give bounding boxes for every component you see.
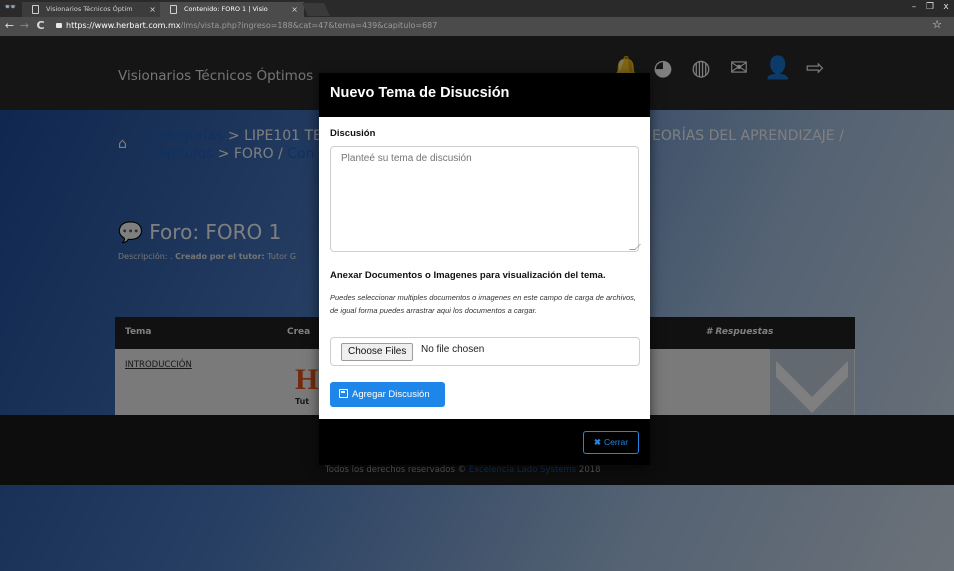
close-button[interactable]: ✖ Cerrar [583, 431, 639, 454]
browser-tab-bar: 👓 Visionarios Técnicos Óptim × Contenido… [0, 0, 954, 17]
discussion-label: Discusión [330, 128, 376, 139]
attach-help-text: Puedes seleccionar multiples documentos … [330, 293, 637, 315]
new-tab-button[interactable] [301, 3, 331, 16]
maximize-button[interactable]: ❐ [922, 0, 938, 14]
modal-title: Nuevo Tema de Disucsión [330, 85, 510, 101]
lock-icon [56, 23, 62, 28]
add-discussion-label: Agregar Discusión [352, 389, 430, 400]
close-icon: ✖ [593, 437, 602, 447]
tab-title: Contenido: FORO 1 | Visio [184, 5, 268, 13]
url-host: https://www.herbart.com.mx [66, 21, 181, 30]
incognito-icon: 👓 [4, 2, 17, 13]
url-field[interactable]: https://www.herbart.com.mx/lms/vista.php… [56, 19, 916, 33]
choose-files-button[interactable]: Choose Files [341, 343, 414, 361]
close-window-button[interactable]: x [938, 0, 954, 14]
file-upload-field[interactable]: Choose Files No file chosen [330, 337, 640, 366]
minimize-button[interactable]: – [906, 0, 922, 14]
modal-footer: ✖ Cerrar [319, 419, 650, 465]
new-discussion-modal: Nuevo Tema de Disucsión Discusión Anexar… [319, 73, 650, 465]
bookmark-star-icon[interactable]: ☆ [932, 18, 942, 31]
document-icon [32, 5, 39, 14]
attach-label: Anexar Documentos o Imagenes para visual… [330, 270, 606, 281]
modal-header: Nuevo Tema de Disucsión [319, 73, 650, 117]
add-discussion-button[interactable]: Agregar Discusión [330, 382, 445, 407]
close-label: Cerrar [604, 437, 629, 447]
save-icon [339, 389, 348, 398]
discussion-textarea[interactable] [330, 146, 639, 252]
browser-tab-active[interactable]: Contenido: FORO 1 | Visio × [160, 2, 304, 17]
forward-icon[interactable]: → [18, 19, 31, 33]
document-icon [170, 5, 177, 14]
browser-tab[interactable]: Visionarios Técnicos Óptim × [22, 2, 162, 17]
reload-icon[interactable]: C [34, 19, 47, 33]
url-path: /lms/vista.php?ingreso=188&cat=47&tema=4… [180, 21, 438, 30]
address-bar: ← → C https://www.herbart.com.mx/lms/vis… [0, 17, 954, 36]
window-controls: – ❐ x [906, 0, 954, 14]
tab-title: Visionarios Técnicos Óptim [46, 5, 133, 13]
back-icon[interactable]: ← [3, 19, 16, 33]
close-tab-icon[interactable]: × [291, 2, 298, 17]
close-tab-icon[interactable]: × [149, 2, 156, 17]
file-status: No file chosen [421, 344, 485, 355]
